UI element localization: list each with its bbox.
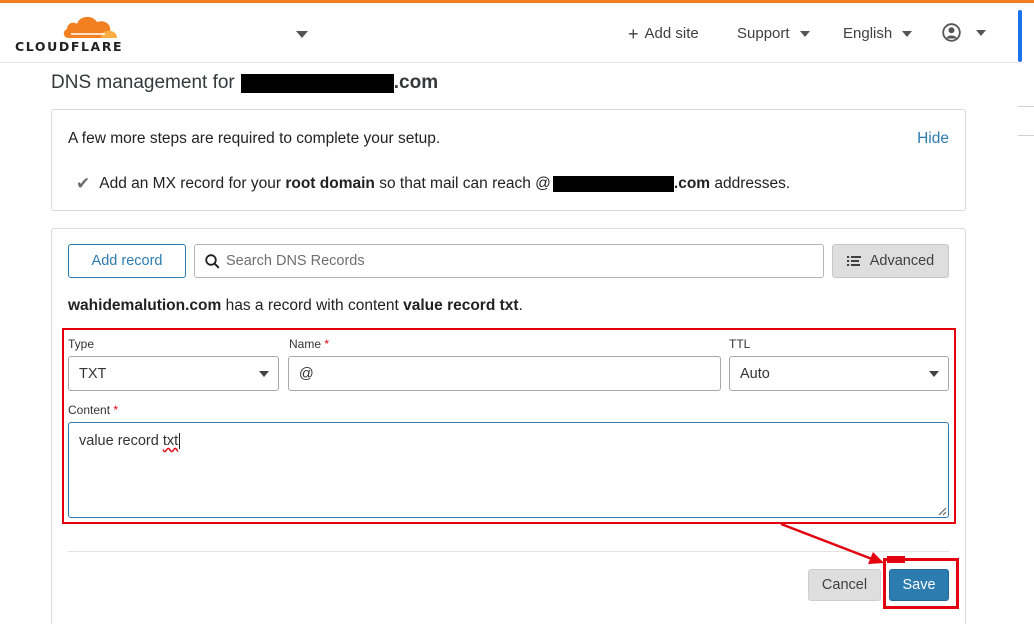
cancel-button[interactable]: Cancel [808,569,881,601]
existing-record-content: value record txt [403,297,519,314]
language-menu[interactable]: English [843,25,913,42]
page-title-prefix: DNS management for [51,72,235,93]
step-text: Add an MX record for your [99,175,282,192]
highlight-frame-save [883,558,959,609]
existing-record-notice: wahidemalution.com has a record with con… [68,297,523,315]
scrollbar-thumb[interactable] [1018,10,1022,62]
advanced-label: Advanced [869,253,935,269]
cloudflare-logo[interactable]: CLOUDFLARE [15,13,125,55]
support-menu[interactable]: Support [737,25,810,42]
step-text: addresses. [714,175,791,192]
chevron-down-icon [976,29,986,36]
step-text: so that mail can reach @ [379,175,551,192]
add-site-link[interactable]: + Add site [628,23,699,44]
divider [68,551,949,552]
right-edge-panel [1018,3,1034,624]
page-title-tld: .com [393,72,439,93]
checkmark-icon: ✔ [76,174,91,193]
cloud-icon [63,16,117,38]
list-filter-icon [846,256,861,266]
highlight-frame-form [62,328,956,524]
plus-icon: + [628,23,639,44]
add-site-label: Add site [644,25,699,42]
top-navbar: CLOUDFLARE + Add site Support English [0,3,1018,63]
divider [1018,106,1034,107]
search-dns-records[interactable] [194,244,824,278]
chevron-down-icon [799,30,810,37]
brand-name: CLOUDFLARE [15,39,124,54]
setup-heading: A few more steps are required to complet… [68,130,441,147]
support-label: Support [737,25,790,42]
search-icon [205,253,220,269]
existing-record-text: has a record with content [225,297,399,314]
advanced-button[interactable]: Advanced [832,244,949,278]
setup-steps-card: A few more steps are required to complet… [51,109,966,211]
hide-link[interactable]: Hide [917,130,949,148]
chevron-down-icon [902,30,913,37]
search-input[interactable] [226,253,806,269]
user-menu[interactable] [942,23,986,42]
user-circle-icon [942,23,961,42]
add-record-button[interactable]: Add record [68,244,186,278]
language-label: English [843,25,893,42]
account-switcher-chevron-down-icon[interactable] [296,31,308,38]
divider [1018,135,1034,136]
redacted-domain [240,73,394,93]
redacted-domain [552,176,674,192]
existing-record-period: . [518,297,523,314]
step-domain-tld: .com [673,175,711,192]
setup-step-mx: ✔ Add an MX record for your root domain … [76,174,790,194]
existing-record-domain: wahidemalution.com [68,297,222,314]
step-bold-text: root domain [285,175,375,192]
page-title: DNS management for .com [51,72,438,94]
